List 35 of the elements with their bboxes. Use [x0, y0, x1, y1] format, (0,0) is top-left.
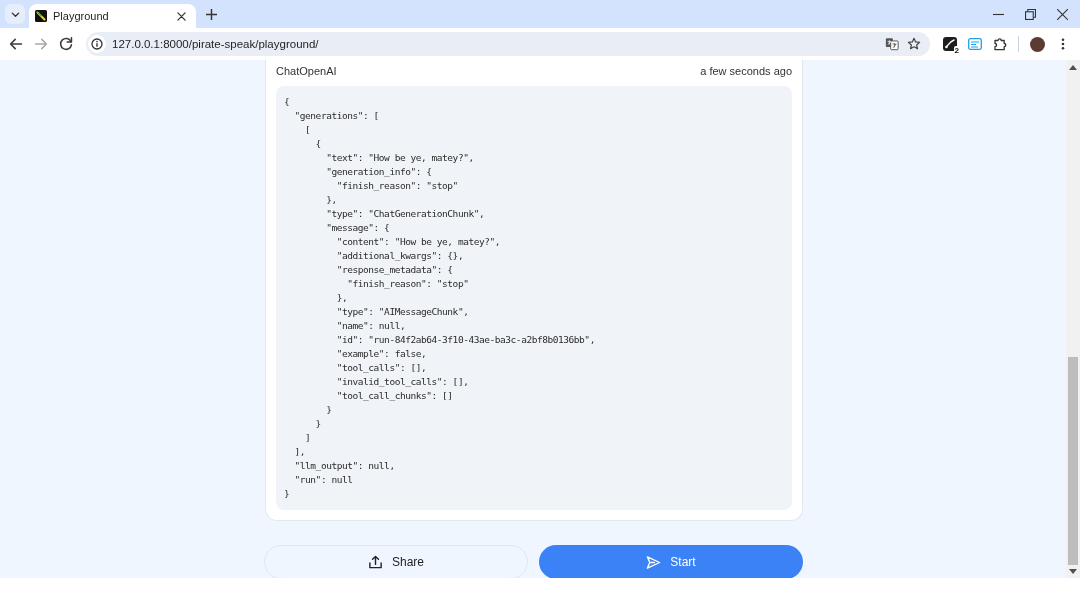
scroll-up-arrow-icon[interactable]: [1069, 65, 1077, 70]
send-icon: [646, 554, 662, 570]
close-icon: [1056, 8, 1068, 20]
tab-title: Playground: [53, 10, 110, 22]
share-icon: [368, 554, 383, 570]
forward-arrow-icon: [33, 37, 48, 51]
avatar-icon: [1029, 36, 1045, 52]
close-tab-button[interactable]: [174, 9, 188, 23]
scroll-down-arrow-icon[interactable]: [1069, 569, 1077, 574]
start-button[interactable]: Start: [539, 545, 803, 578]
browser-tab[interactable]: Playground: [29, 4, 196, 28]
plus-icon: [205, 8, 217, 20]
restore-icon: [1024, 8, 1036, 20]
json-output-block: { "generations": [ [ { "text": "How be ye, matey?", "generation_info": { "finish_reason": "stop" }, "type": "ChatGenerationChunk", "message": { "content": "How be ye, matey?", "additional_kwargs": {}, "response_metadata": { "finish_reason": "stop" }, "type": "AIMessageChunk", "name": null, "id": "run-84f2ab64-3f10-43ae-ba3c-a2bf8b0136bb", "example": false, "tool_calls": [], "invalid_tool_calls": [], "tool_call_chunks": [] } } ] ], "llm_output": null, "run": null }: [276, 86, 792, 510]
model-name: ChatOpenAI: [276, 65, 337, 77]
site-info-button[interactable]: [88, 35, 106, 53]
pen-extension-icon: [943, 37, 957, 51]
scrollbar-track[interactable]: [1066, 60, 1080, 578]
reader-extension-icon: [968, 37, 982, 51]
star-icon: [907, 37, 921, 51]
address-bar[interactable]: 127.0.0.1:8000/pirate-speak/playground/: [86, 32, 930, 56]
share-button[interactable]: Share: [264, 545, 528, 578]
back-arrow-icon: [8, 37, 23, 51]
extension-badge: 2: [953, 46, 960, 55]
close-icon: [176, 11, 186, 21]
timestamp: a few seconds ago: [700, 65, 792, 77]
reload-icon: [58, 37, 73, 51]
translate-icon: [885, 37, 899, 51]
extension-button[interactable]: 2: [938, 32, 962, 56]
site-favicon-icon: [35, 10, 47, 22]
info-icon: [91, 38, 103, 50]
puzzle-icon: [993, 37, 1007, 51]
scrollbar-thumb[interactable]: [1068, 357, 1078, 565]
url-text: 127.0.0.1:8000/pirate-speak/playground/: [112, 38, 319, 50]
tab-search-button[interactable]: [5, 4, 25, 24]
